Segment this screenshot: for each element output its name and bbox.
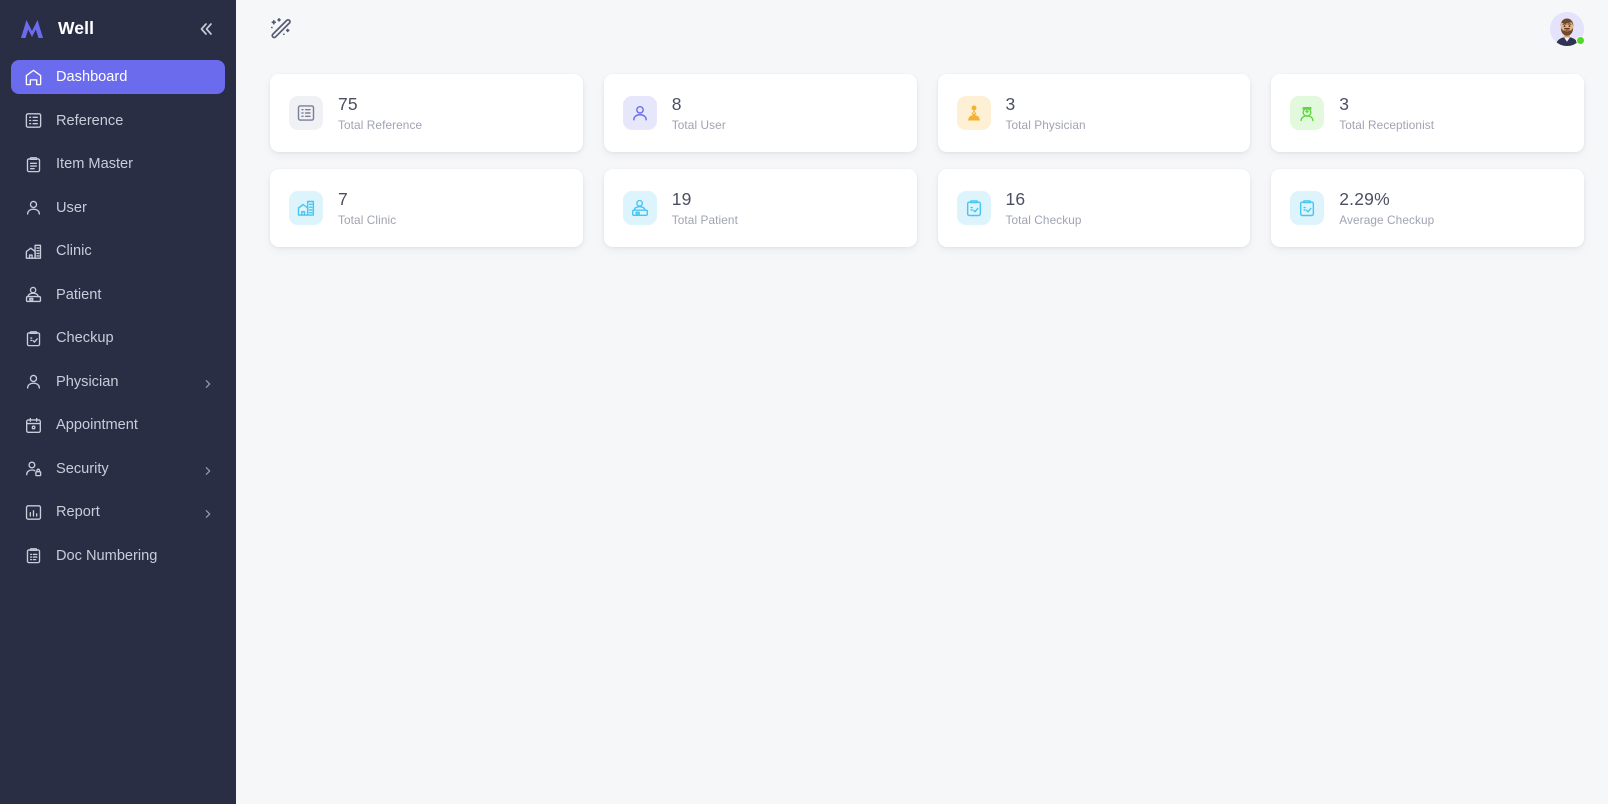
chevron-right-icon[interactable] <box>203 507 213 518</box>
stat-text: 7 Total Clinic <box>338 189 396 227</box>
stat-value: 75 <box>338 94 358 115</box>
stat-label: Total Physician <box>1005 117 1086 132</box>
home-icon <box>24 68 43 87</box>
patient-icon <box>24 285 43 304</box>
sidebar-item-label: Appointment <box>56 417 138 433</box>
sidebar-item-label: Security <box>56 460 109 477</box>
user-icon <box>24 372 43 391</box>
sidebar-item-user[interactable]: User <box>11 191 225 225</box>
main-area: 75 Total Reference 8 Total User 3 Total Physi… <box>236 0 1608 804</box>
receptionist-icon <box>1290 96 1325 130</box>
stat-text: 8 Total User <box>672 94 726 132</box>
stat-card[interactable]: 7 Total Clinic <box>270 169 583 247</box>
stat-card[interactable]: 16 Total Checkup <box>937 169 1251 247</box>
sidebar-item-report[interactable]: Report <box>11 495 225 529</box>
stat-text: 2.29% Average Checkup <box>1339 189 1434 227</box>
clinic-icon <box>289 191 323 225</box>
stat-card[interactable]: 8 Total User <box>603 74 917 152</box>
stat-label: Total Receptionist <box>1339 117 1435 132</box>
chevron-right-icon[interactable] <box>203 464 213 475</box>
stat-text: 3 Total Receptionist <box>1339 94 1434 132</box>
sidebar-item-label: Checkup <box>56 330 114 346</box>
sidebar-item-clinic[interactable]: Clinic <box>11 234 225 268</box>
stat-value: 8 <box>671 94 682 115</box>
avatar[interactable] <box>1550 11 1585 46</box>
stat-text: 75 Total Reference <box>338 94 422 132</box>
stat-text: 19 Total Patient <box>672 189 738 227</box>
sidebar-item-label: Patient <box>56 286 102 303</box>
brand: Well <box>11 0 225 57</box>
stat-label: Total Reference <box>338 117 423 132</box>
sidebar-item-appointment[interactable]: Appointment <box>11 408 225 442</box>
chevron-right-icon[interactable] <box>203 377 213 388</box>
physician-icon <box>956 96 991 130</box>
sidebar-item-patient[interactable]: Patient <box>11 278 225 312</box>
calendar-icon <box>24 416 43 435</box>
sidebar-item-security[interactable]: Security <box>11 452 225 486</box>
chevron-double-left-icon[interactable] <box>195 18 217 40</box>
stat-label: Total Checkup <box>1005 212 1082 227</box>
list-box-icon <box>289 96 323 130</box>
brand-name: Well <box>58 18 95 38</box>
sidebar-nav: Dashboard Reference Item Master User Clinic P… <box>11 60 225 573</box>
topbar-right <box>1550 11 1585 46</box>
sidebar-item-dashboard[interactable]: Dashboard <box>11 60 225 94</box>
clinic-icon <box>24 242 43 261</box>
stat-label: Average Checkup <box>1339 212 1435 227</box>
sidebar-item-checkup[interactable]: Checkup <box>11 321 225 355</box>
doc-number-icon <box>24 546 43 565</box>
app-root: Well Dashboard Reference Item Master User Cl… <box>0 0 1608 804</box>
stat-value: 16 <box>1005 189 1026 210</box>
sidebar-item-label: User <box>56 199 87 216</box>
sidebar-item-item-master[interactable]: Item Master <box>11 147 225 181</box>
sidebar-item-label: Dashboard <box>56 69 128 85</box>
stat-text: 16 Total Checkup <box>1006 189 1082 227</box>
stat-label: Total Clinic <box>338 212 397 227</box>
user-icon <box>622 96 657 130</box>
sidebar: Well Dashboard Reference Item Master User Cl… <box>0 0 236 804</box>
sidebar-item-label: Reference <box>56 112 124 129</box>
clipboard-check-icon <box>24 329 43 348</box>
stat-value: 7 <box>338 189 348 210</box>
logo-m-icon <box>19 18 45 40</box>
stat-value: 19 <box>671 189 692 210</box>
stat-card[interactable]: 19 Total Patient <box>603 169 917 247</box>
sidebar-item-label: Doc Numbering <box>56 547 158 564</box>
clipboard-icon <box>24 155 43 174</box>
stat-cards-grid: 75 Total Reference 8 Total User 3 Total Physi… <box>236 57 1608 247</box>
sidebar-item-label: Clinic <box>56 243 92 259</box>
sidebar-item-doc-numbering[interactable]: Doc Numbering <box>11 539 225 573</box>
stat-value: 2.29% <box>1339 189 1390 210</box>
stat-label: Total Patient <box>671 212 738 227</box>
user-icon <box>24 198 43 217</box>
sidebar-item-reference[interactable]: Reference <box>11 104 225 138</box>
stat-card[interactable]: 3 Total Receptionist <box>1271 74 1584 152</box>
patient-icon <box>622 191 657 225</box>
stat-text: 3 Total Physician <box>1006 94 1086 132</box>
bar-chart-icon <box>24 503 43 522</box>
topbar <box>236 0 1608 57</box>
stat-card[interactable]: 2.29% Average Checkup <box>1271 169 1584 247</box>
sidebar-item-physician[interactable]: Physician <box>11 365 225 399</box>
stat-card[interactable]: 75 Total Reference <box>270 74 583 152</box>
magic-wand-sparkle-icon[interactable] <box>267 16 293 42</box>
stat-card[interactable]: 3 Total Physician <box>937 74 1251 152</box>
sidebar-item-label: Report <box>56 504 100 520</box>
stat-label: Total User <box>671 117 726 132</box>
clipboard-check-icon <box>1290 191 1325 225</box>
list-box-icon <box>24 111 43 130</box>
user-lock-icon <box>24 459 43 478</box>
stat-value: 3 <box>1005 94 1016 115</box>
stat-value: 3 <box>1339 94 1350 115</box>
sidebar-item-label: Physician <box>56 373 119 390</box>
clipboard-check-icon <box>956 191 991 225</box>
status-badge <box>1576 35 1585 45</box>
sidebar-item-label: Item Master <box>56 156 134 172</box>
